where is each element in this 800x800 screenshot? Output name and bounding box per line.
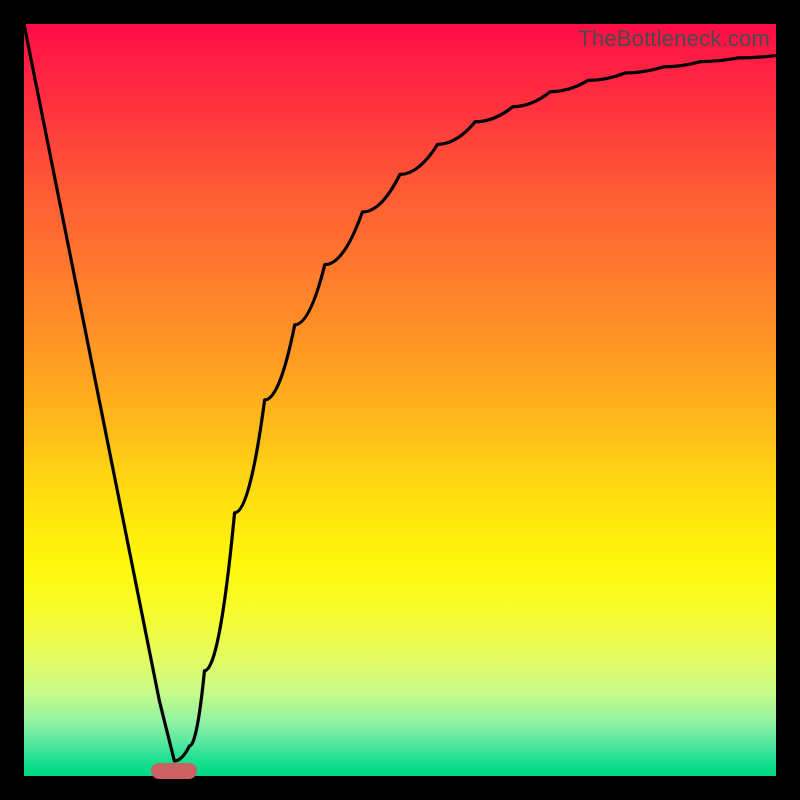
chart-frame: TheBottleneck.com xyxy=(0,0,800,800)
optimal-point-marker xyxy=(151,763,197,779)
bottleneck-curve xyxy=(24,24,776,776)
plot-area: TheBottleneck.com xyxy=(24,24,776,776)
